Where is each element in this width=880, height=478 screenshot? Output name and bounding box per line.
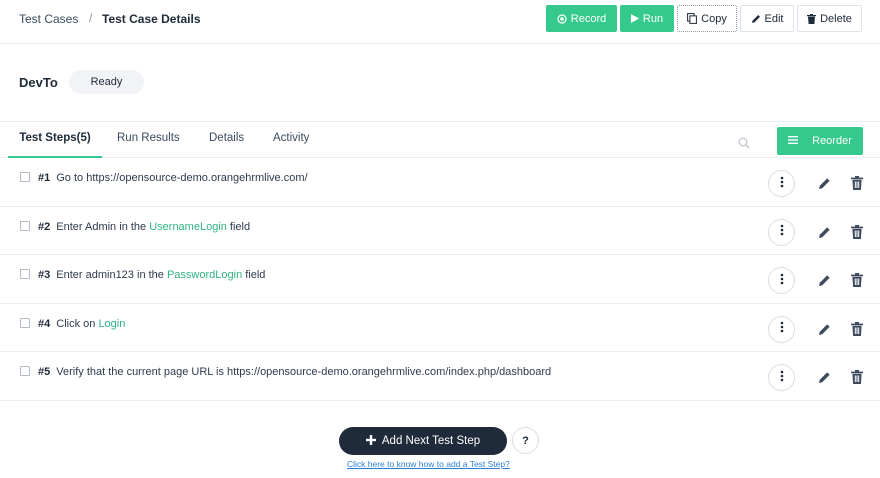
tab-run-results[interactable]: Run Results	[117, 132, 180, 144]
step-number: #4	[38, 317, 51, 330]
add-next-test-step-label: Add Next Test Step	[381, 435, 481, 447]
step-text-part: https://opensource-demo.orangehrmlive.co…	[86, 172, 308, 184]
tab-activity[interactable]: Activity	[273, 132, 309, 144]
step-element-reference: PasswordLogin	[166, 269, 243, 281]
step-text-part: Enter	[56, 220, 85, 233]
step-description: #3 Enter admin123 in the PasswordLogin fi…	[38, 269, 265, 281]
status-badge: Ready	[69, 70, 144, 94]
step-number: #2	[38, 220, 51, 233]
test-step-row: #4 Click on Login	[0, 304, 880, 352]
step-number: #1	[38, 172, 51, 184]
step-text-part: https://opensource-demo.orangehrmlive.co…	[227, 366, 552, 378]
trash-icon	[807, 13, 817, 24]
kebab-icon	[780, 175, 784, 193]
step-text-part: field	[242, 269, 266, 281]
delete-step-icon[interactable]	[851, 224, 863, 239]
step-description: #1 Go to https://opensource-demo.orangehr…	[38, 172, 308, 184]
help-button[interactable]: ?	[512, 427, 539, 454]
play-icon	[630, 14, 639, 23]
tab-details[interactable]: Details	[209, 132, 244, 144]
step-description: #4 Click on Login	[38, 318, 125, 330]
step-description: #5 Verify that the current page URL is ht…	[38, 366, 551, 378]
test-step-row: #1 Go to https://opensource-demo.orangehr…	[0, 158, 880, 207]
step-text-part: Click on	[56, 317, 99, 330]
edit-step-icon[interactable]	[818, 177, 831, 190]
delete-step-icon[interactable]	[851, 321, 863, 336]
delete-button-label: Delete	[820, 12, 852, 25]
pencil-icon	[751, 14, 761, 24]
delete-step-icon[interactable]	[851, 176, 863, 190]
test-case-title-row: DevTo Ready	[0, 44, 880, 122]
step-checkbox[interactable]	[20, 317, 30, 328]
record-button[interactable]: Record	[546, 5, 617, 32]
step-checkbox[interactable]	[20, 366, 30, 376]
edit-step-icon[interactable]	[818, 226, 831, 239]
edit-step-icon[interactable]	[818, 274, 831, 287]
page-title: DevTo	[19, 75, 58, 90]
test-steps-list: #1 Go to https://opensource-demo.orangehr…	[0, 158, 880, 401]
edit-button[interactable]: Edit	[740, 5, 794, 32]
copy-button[interactable]: Copy	[677, 5, 737, 32]
step-text-part: field	[226, 220, 251, 233]
delete-step-icon[interactable]	[851, 370, 863, 384]
step-menu-button[interactable]	[768, 218, 795, 246]
step-menu-button[interactable]	[768, 267, 795, 294]
step-number: #5	[38, 366, 51, 378]
step-text-part: Go to	[56, 172, 87, 184]
breadcrumb-test-cases[interactable]: Test Cases	[19, 12, 78, 26]
step-checkbox[interactable]	[20, 269, 30, 279]
search-icon[interactable]	[738, 136, 750, 149]
step-element-reference: Login	[98, 317, 126, 330]
step-text-part: Admin	[85, 220, 117, 233]
reorder-button-label: Reorder	[812, 135, 852, 147]
breadcrumb-current: Test Case Details	[102, 12, 201, 26]
edit-button-label: Edit	[764, 12, 784, 25]
test-step-row: #2 Enter Admin in the UsernameLogin field	[0, 207, 880, 255]
copy-icon	[687, 13, 698, 24]
tab-test-steps[interactable]: Test Steps(5)	[8, 132, 102, 158]
page-header: Test Cases / Test Case Details Record Ru…	[0, 0, 880, 44]
delete-step-icon[interactable]	[851, 273, 863, 287]
step-description: #2 Enter Admin in the UsernameLogin field	[38, 221, 250, 233]
step-checkbox[interactable]	[20, 172, 30, 182]
step-text-part: Verify that the current page URL is	[56, 366, 228, 378]
tab-bar: Test Steps(5) Run Results Details Activi…	[0, 122, 880, 158]
kebab-icon	[780, 369, 784, 387]
kebab-icon	[780, 223, 784, 241]
step-checkbox[interactable]	[20, 220, 30, 231]
help-link[interactable]: Click here to know how to add a Test Ste…	[347, 459, 510, 469]
step-text-part: admin123	[85, 269, 134, 281]
record-icon	[557, 13, 567, 24]
step-number: #3	[38, 269, 51, 281]
step-menu-button[interactable]	[768, 364, 795, 391]
hamburger-icon	[788, 135, 799, 147]
test-step-row: #5 Verify that the current page URL is ht…	[0, 352, 880, 401]
step-menu-button[interactable]	[768, 315, 795, 343]
reorder-button[interactable]: Reorder	[777, 127, 863, 155]
step-text-part: in the	[133, 269, 167, 281]
step-text-part: in the	[116, 220, 150, 233]
kebab-icon	[780, 320, 784, 338]
breadcrumb-separator: /	[89, 11, 93, 25]
run-button-label: Run	[642, 12, 664, 25]
step-menu-button[interactable]	[768, 170, 795, 197]
add-next-test-step-button[interactable]: Add Next Test Step	[339, 427, 507, 455]
edit-step-icon[interactable]	[818, 323, 831, 336]
step-text-part: Enter	[56, 269, 86, 281]
edit-step-icon[interactable]	[818, 371, 831, 384]
run-button[interactable]: Run	[620, 5, 674, 32]
step-element-reference: UsernameLogin	[149, 220, 227, 233]
kebab-icon	[780, 272, 784, 290]
record-button-label: Record	[570, 12, 607, 25]
plus-icon	[365, 434, 376, 448]
copy-button-label: Copy	[701, 12, 727, 25]
test-step-row: #3 Enter admin123 in the PasswordLogin fi…	[0, 255, 880, 304]
delete-button[interactable]: Delete	[797, 5, 862, 32]
